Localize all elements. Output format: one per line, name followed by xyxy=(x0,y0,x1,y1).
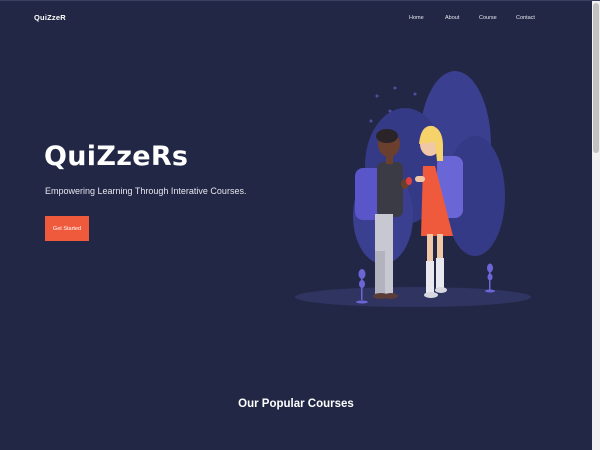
students-illustration xyxy=(295,71,531,307)
nav-contact-link[interactable]: Contact xyxy=(516,15,535,21)
get-started-button[interactable]: Get Started xyxy=(45,216,89,241)
scrollbar-thumb[interactable] xyxy=(593,3,599,153)
page-scrollbar[interactable] xyxy=(592,1,600,450)
popular-courses-heading: Our Popular Courses xyxy=(238,398,354,410)
hero-subtitle: Empowering Learning Through Interative C… xyxy=(45,186,247,196)
hero-title: QuiZzeRs xyxy=(44,141,189,172)
nav-course-link[interactable]: Course xyxy=(479,15,497,21)
nav-about-link[interactable]: About xyxy=(445,15,459,21)
nav-home-link[interactable]: Home xyxy=(409,15,424,21)
main-nav: Home About Course Contact xyxy=(0,15,592,25)
page: QuiZzeR Home About Course Contact QuiZze… xyxy=(0,0,600,450)
